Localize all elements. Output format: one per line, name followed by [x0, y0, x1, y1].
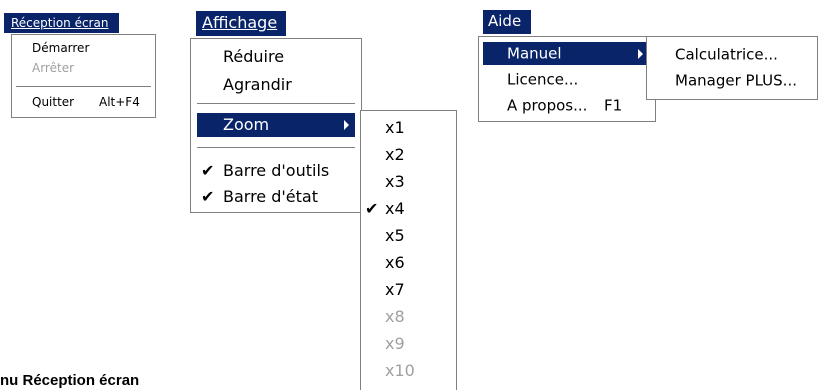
menu-separator: [197, 103, 355, 105]
zoom-item[interactable]: x7: [361, 276, 456, 303]
menu-title-label: Aide: [488, 12, 522, 30]
menu-title-label: Réception écran: [11, 16, 109, 30]
menu-item-label: A propos...: [507, 96, 588, 114]
menu-title-affichage[interactable]: Affichage: [196, 11, 286, 36]
zoom-item[interactable]: x3: [361, 168, 456, 195]
menu-item-label: Arrêter: [32, 61, 75, 75]
menu-item-label: x10: [385, 360, 415, 380]
menu-item-reduire[interactable]: Réduire: [191, 45, 361, 69]
menu-item-label: Calculatrice...: [675, 45, 778, 63]
zoom-item[interactable]: x5: [361, 222, 456, 249]
zoom-item[interactable]: x6: [361, 249, 456, 276]
zoom-item: x9: [361, 330, 456, 357]
menu-item-manuel[interactable]: Manuel: [479, 42, 655, 65]
menu-item-shortcut: Alt+F4: [99, 95, 140, 109]
menu-item-label: Manuel: [507, 44, 562, 62]
menu-item-label: Manager PLUS...: [675, 71, 797, 89]
check-icon: ✔: [365, 198, 379, 218]
menu-item-agrandir[interactable]: Agrandir: [191, 73, 361, 97]
zoom-item[interactable]: x2: [361, 141, 456, 168]
selection-highlight: [197, 113, 355, 137]
menu-item-label: x5: [385, 225, 405, 245]
menu-item-label: Réduire: [223, 47, 285, 66]
menu-title-reception[interactable]: Réception écran: [4, 13, 119, 33]
menu-item-shortcut: F1: [604, 96, 623, 114]
menu-item-label: Zoom: [223, 115, 270, 134]
menu-item-label: Démarrer: [32, 41, 90, 55]
menu-item-demarrer[interactable]: Démarrer: [12, 39, 155, 57]
menu-item-label: x6: [385, 252, 405, 272]
figure-caption: nu Réception écran: [0, 372, 140, 389]
menu-item-label: x9: [385, 333, 405, 353]
menu-title-label: Affichage: [202, 13, 278, 32]
menu-item-label: Licence...: [507, 70, 579, 88]
zoom-item[interactable]: ✔ x4: [361, 195, 456, 222]
menu-item-licence[interactable]: Licence...: [479, 68, 655, 91]
dropdown-affichage: Réduire Agrandir Zoom ✔ Barre d'outils ✔…: [190, 38, 362, 213]
menu-separator: [16, 86, 151, 88]
menu-item-label: Agrandir: [223, 75, 292, 94]
zoom-item: x10: [361, 357, 456, 384]
submenu-zoom: x1 x2 x3 ✔ x4 x5 x6 x7 x8 x9 x10: [360, 110, 457, 390]
dropdown-aide: Manuel Licence... A propos... F1: [478, 36, 656, 122]
submenu-arrow-icon: [638, 48, 643, 59]
zoom-item: x8: [361, 303, 456, 330]
submenu-arrow-icon: [344, 120, 349, 130]
menu-item-label: Barre d'état: [223, 187, 318, 206]
menu-item-zoom[interactable]: Zoom: [191, 113, 361, 137]
menu-item-label: x1: [385, 117, 405, 137]
menu-item-label: Barre d'outils: [223, 161, 330, 180]
menu-item-quitter[interactable]: Quitter Alt+F4: [12, 93, 155, 111]
menu-item-label: x4: [385, 198, 405, 218]
check-icon: ✔: [201, 187, 215, 206]
dropdown-reception: Démarrer Arrêter Quitter Alt+F4: [11, 34, 156, 118]
submenu-manuel: Calculatrice... Manager PLUS...: [646, 36, 818, 100]
menu-title-aide[interactable]: Aide: [483, 10, 531, 34]
menu-item-label: Quitter: [32, 95, 75, 109]
menu-item-barre-outils[interactable]: ✔ Barre d'outils: [191, 159, 361, 183]
menu-item-apropos[interactable]: A propos... F1: [479, 94, 655, 117]
zoom-item[interactable]: x1: [361, 114, 456, 141]
menu-item-label: x8: [385, 306, 405, 326]
menu-item-manager-plus[interactable]: Manager PLUS...: [647, 69, 817, 92]
menu-item-barre-etat[interactable]: ✔ Barre d'état: [191, 185, 361, 209]
menu-item-label: x2: [385, 144, 405, 164]
menu-separator: [197, 147, 355, 149]
menu-item-label: x7: [385, 279, 405, 299]
menu-item-label: x3: [385, 171, 405, 191]
check-icon: ✔: [201, 161, 215, 180]
menu-item-calculatrice[interactable]: Calculatrice...: [647, 43, 817, 66]
menu-item-arreter: Arrêter: [12, 59, 155, 77]
